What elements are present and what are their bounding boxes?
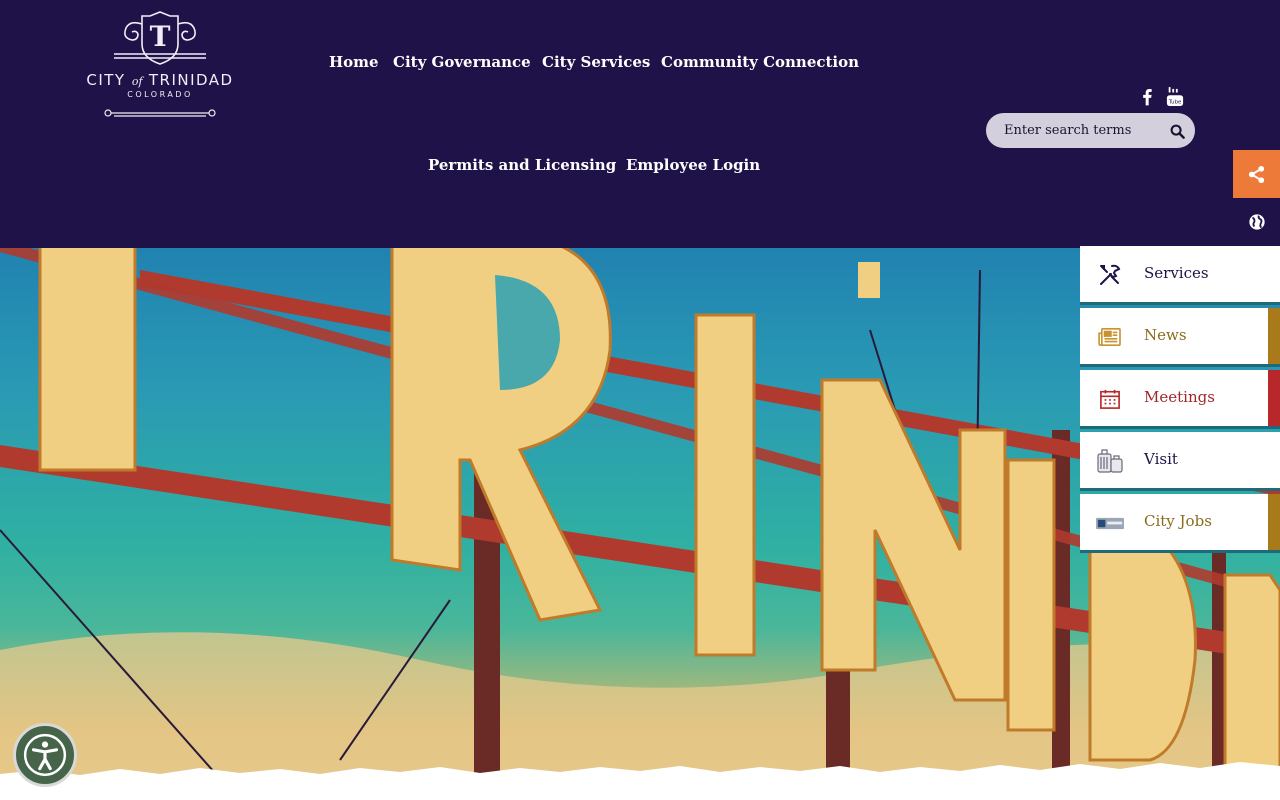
sign-letter <box>694 313 756 657</box>
nav-employee-login[interactable]: Employee Login <box>626 156 760 174</box>
nav-home[interactable]: Home <box>329 53 379 71</box>
search-button[interactable] <box>1165 119 1189 143</box>
city-crest-icon: T <box>114 11 206 65</box>
jobs-icon <box>1096 510 1124 536</box>
nav-city-governance[interactable]: City Governance <box>393 53 531 71</box>
logo-letter: T <box>150 20 171 53</box>
quick-link-accent <box>1268 494 1280 550</box>
youtube-icon[interactable]: Tube <box>1164 86 1186 108</box>
quick-link-accent <box>1268 308 1280 364</box>
accessibility-icon <box>23 733 67 777</box>
quick-link-label: Services <box>1144 264 1209 282</box>
logo-state: COLORADO <box>127 90 193 99</box>
translate-button[interactable] <box>1233 198 1280 246</box>
city-logo[interactable]: T CITY of TRINIDAD COLORADO <box>84 10 236 122</box>
quick-link-news[interactable]: News <box>1080 308 1280 367</box>
facebook-icon[interactable] <box>1136 86 1158 108</box>
sign-letter <box>1088 528 1197 762</box>
calendar-icon <box>1096 386 1124 412</box>
quick-link-label: Meetings <box>1144 388 1215 406</box>
share-icon <box>1248 165 1265 183</box>
quick-link-meetings[interactable]: Meetings <box>1080 370 1280 429</box>
accessibility-button[interactable] <box>13 723 77 787</box>
quick-link-visit[interactable]: Visit <box>1080 432 1280 491</box>
luggage-icon <box>1096 448 1124 474</box>
logo-flourish-icon <box>104 109 216 117</box>
search-box <box>986 113 1195 148</box>
newspaper-icon <box>1096 324 1124 350</box>
sign-letter <box>1006 458 1056 732</box>
quick-link-label: News <box>1144 326 1187 344</box>
tools-icon <box>1096 262 1124 288</box>
search-icon <box>1170 124 1185 139</box>
logo-city-of: of <box>131 75 143 88</box>
quick-link-services[interactable]: Services <box>1080 246 1280 305</box>
logo-city-prefix: CITY <box>86 71 126 89</box>
nav-community-connection[interactable]: Community Connection <box>661 53 859 71</box>
share-button[interactable] <box>1233 150 1280 198</box>
globe-icon <box>1248 214 1265 230</box>
nav-city-services[interactable]: City Services <box>542 53 650 71</box>
quick-link-city-jobs[interactable]: City Jobs <box>1080 494 1280 553</box>
quick-link-accent <box>1268 370 1280 426</box>
sign-letter <box>38 238 137 472</box>
search-input[interactable] <box>1004 113 1154 148</box>
svg-text:Tube: Tube <box>1168 99 1182 105</box>
hero-bottom-edge <box>0 762 1280 800</box>
quick-link-label: City Jobs <box>1144 512 1212 530</box>
nav-permits-licensing[interactable]: Permits and Licensing <box>428 156 616 174</box>
quick-link-label: Visit <box>1144 450 1178 468</box>
site-header: T CITY of TRINIDAD COLORADO Home City Go… <box>0 0 1280 248</box>
logo-city-main: TRINIDAD <box>148 71 234 89</box>
logo-city-name: CITY of TRINIDAD <box>84 72 236 90</box>
